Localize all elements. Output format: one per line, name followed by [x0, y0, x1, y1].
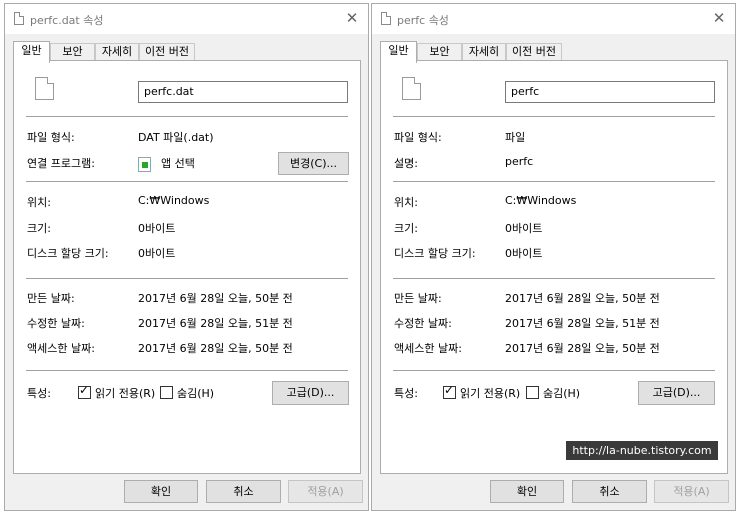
- size-on-disk-label: 디스크 할당 크기:: [394, 247, 476, 260]
- readonly-label[interactable]: 읽기 전용(R): [95, 385, 155, 401]
- size-value: 0바이트: [138, 222, 176, 235]
- size-on-disk-value: 0바이트: [505, 247, 543, 260]
- description-value: perfc: [505, 155, 534, 168]
- created-value: 2017년 6월 28일 오늘, 50분 전: [505, 292, 660, 305]
- readonly-label[interactable]: 읽기 전용(R): [460, 385, 520, 401]
- modified-label: 수정한 날짜:: [394, 317, 452, 330]
- accessed-label: 액세스한 날짜:: [394, 342, 462, 355]
- size-value: 0바이트: [505, 222, 543, 235]
- check-icon: ✓: [79, 383, 90, 397]
- created-label: 만든 날짜:: [394, 292, 442, 305]
- separator: [26, 116, 348, 117]
- tab-general[interactable]: 일반: [380, 41, 417, 63]
- separator: [26, 370, 348, 371]
- file-type-value: DAT 파일(.dat): [138, 131, 214, 144]
- accessed-value: 2017년 6월 28일 오늘, 50분 전: [505, 342, 660, 355]
- modified-value: 2017년 6월 28일 오늘, 51분 전: [138, 317, 293, 330]
- blank-file-icon: [402, 77, 421, 100]
- location-value: C:₩Windows: [138, 194, 210, 207]
- location-value: C:₩Windows: [505, 194, 577, 207]
- tab-previous-versions[interactable]: 이전 버전: [506, 43, 562, 61]
- tab-previous-versions[interactable]: 이전 버전: [139, 43, 195, 61]
- modified-value: 2017년 6월 28일 오늘, 51분 전: [505, 317, 660, 330]
- file-name-input[interactable]: perfc: [505, 81, 715, 103]
- advanced-button[interactable]: 고급(D)...: [272, 381, 349, 405]
- blank-file-icon: [35, 77, 54, 100]
- tab-general[interactable]: 일반: [13, 41, 50, 63]
- title-bar[interactable]: perfc 속성 ✕: [372, 4, 735, 34]
- title-bar[interactable]: perfc.dat 속성 ✕: [5, 4, 368, 34]
- hidden-checkbox[interactable]: [526, 386, 539, 399]
- size-on-disk-label: 디스크 할당 크기:: [27, 247, 109, 260]
- size-on-disk-value: 0바이트: [138, 247, 176, 260]
- close-icon[interactable]: ✕: [709, 8, 729, 28]
- attributes-label: 특성:: [394, 387, 418, 400]
- created-value: 2017년 6월 28일 오늘, 50분 전: [138, 292, 293, 305]
- separator: [26, 181, 348, 182]
- separator: [393, 116, 715, 117]
- attributes-label: 특성:: [27, 387, 51, 400]
- general-panel: perfc.dat 파일 형식: DAT 파일(.dat) 연결 프로그램: 앱…: [13, 60, 361, 474]
- apply-button[interactable]: 적용(A): [654, 480, 729, 503]
- created-label: 만든 날짜:: [27, 292, 75, 305]
- window-title: perfc 속성: [397, 14, 449, 27]
- cancel-button[interactable]: 취소: [572, 480, 647, 503]
- size-label: 크기:: [394, 222, 418, 235]
- modified-label: 수정한 날짜:: [27, 317, 85, 330]
- ok-button[interactable]: 확인: [490, 480, 564, 503]
- tab-security[interactable]: 보안: [50, 43, 95, 61]
- hidden-label[interactable]: 숨김(H): [543, 385, 580, 401]
- tab-security[interactable]: 보안: [417, 43, 462, 61]
- accessed-value: 2017년 6월 28일 오늘, 50분 전: [138, 342, 293, 355]
- watermark-url: http://la-nube.tistory.com: [566, 441, 718, 460]
- document-icon: [381, 12, 391, 25]
- accessed-label: 액세스한 날짜:: [27, 342, 95, 355]
- ok-button[interactable]: 확인: [124, 480, 198, 503]
- file-type-label: 파일 형식:: [394, 131, 442, 144]
- hidden-label[interactable]: 숨김(H): [177, 385, 214, 401]
- location-label: 위치:: [394, 196, 418, 209]
- opens-with-label: 연결 프로그램:: [27, 157, 95, 170]
- readonly-checkbox[interactable]: ✓: [443, 383, 456, 399]
- file-type-value: 파일: [505, 131, 526, 144]
- advanced-button[interactable]: 고급(D)...: [638, 381, 715, 405]
- open-with-app-icon: [138, 157, 151, 172]
- properties-dialog-perfc: perfc 속성 ✕ 일반 보안 자세히 이전 버전 perfc 파일 형식: …: [371, 3, 736, 511]
- general-panel: perfc 파일 형식: 파일 설명: perfc 위치: C:₩Windows…: [380, 60, 728, 474]
- location-label: 위치:: [27, 196, 51, 209]
- separator: [393, 278, 715, 279]
- check-icon: ✓: [444, 383, 455, 397]
- separator: [393, 181, 715, 182]
- opens-with-value: 앱 선택: [161, 157, 195, 170]
- readonly-checkbox[interactable]: ✓: [78, 383, 91, 399]
- tab-details[interactable]: 자세히: [95, 43, 139, 61]
- description-label: 설명:: [394, 157, 418, 170]
- file-type-label: 파일 형식:: [27, 131, 75, 144]
- document-icon: [14, 12, 24, 25]
- properties-dialog-perfc-dat: perfc.dat 속성 ✕ 일반 보안 자세히 이전 버전 perfc.dat…: [4, 3, 369, 511]
- separator: [26, 278, 348, 279]
- size-label: 크기:: [27, 222, 51, 235]
- hidden-checkbox[interactable]: [160, 386, 173, 399]
- apply-button[interactable]: 적용(A): [288, 480, 363, 503]
- file-name-input[interactable]: perfc.dat: [138, 81, 348, 103]
- tab-details[interactable]: 자세히: [462, 43, 506, 61]
- change-button[interactable]: 변경(C)...: [278, 152, 349, 175]
- cancel-button[interactable]: 취소: [206, 480, 281, 503]
- separator: [393, 370, 715, 371]
- window-title: perfc.dat 속성: [30, 14, 104, 27]
- close-icon[interactable]: ✕: [342, 8, 362, 28]
